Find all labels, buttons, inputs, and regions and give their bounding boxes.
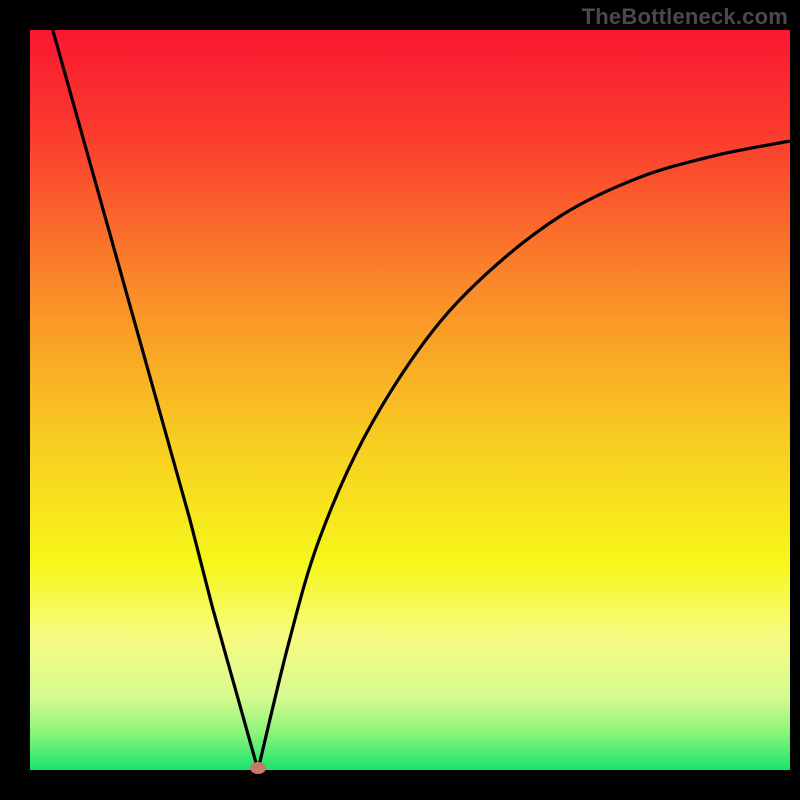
minimum-marker [250, 762, 266, 774]
chart-frame: TheBottleneck.com [0, 0, 800, 800]
bottleneck-chart [0, 0, 800, 800]
plot-background [30, 30, 790, 770]
watermark-label: TheBottleneck.com [582, 4, 788, 30]
